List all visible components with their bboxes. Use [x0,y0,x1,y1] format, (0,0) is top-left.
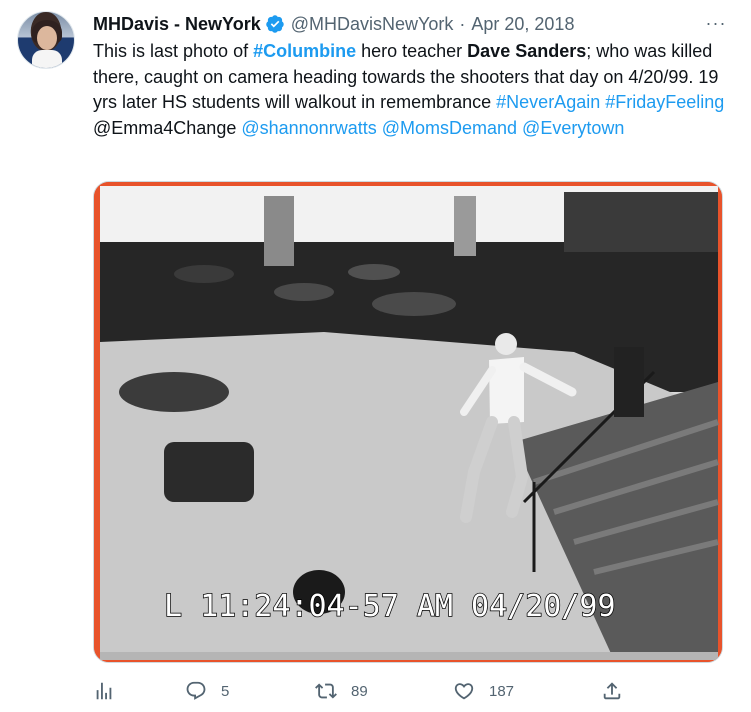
avatar-face [37,26,57,50]
bold-name: Dave Sanders [467,41,587,61]
tweet-text-part: hero teacher [356,41,468,61]
tweet-photo[interactable]: L 11:24:04-57 AM 04/20/99 [93,181,723,663]
timestamp-overlay: L 11:24:04-57 AM 04/20/99 [164,589,616,624]
reply-icon [186,681,206,700]
verified-badge-icon [265,15,284,33]
tweet[interactable]: MHDavis - NewYork @MHDavisNewYork · Apr … [0,0,751,712]
hashtag-columbine[interactable]: #Columbine [253,41,356,61]
tweet-text: This is last photo of #Columbine hero te… [93,39,733,141]
retweet-icon [315,683,337,699]
header-separator: · [459,13,466,34]
like-button[interactable]: 187 [453,676,514,706]
share-button[interactable] [601,676,623,706]
cctv-photo: L 11:24:04-57 AM 04/20/99 [94,182,722,662]
like-count: 187 [489,682,515,700]
hashtag-fridayfeeling[interactable]: #FridayFeeling [605,92,724,112]
tweet-date[interactable]: Apr 20, 2018 [471,14,574,35]
avatar-shirt [32,50,62,68]
analytics-icon [96,682,112,700]
retweet-count: 89 [351,682,368,700]
reply-button[interactable]: 5 [185,676,229,706]
avatar[interactable] [17,11,75,69]
author-name[interactable]: MHDavis - NewYork [93,14,261,35]
mention-momsdemand[interactable]: @MomsDemand [382,118,517,138]
hashtag-neveragain[interactable]: #NeverAgain [496,92,600,112]
mention-shannonrwatts[interactable]: @shannonrwatts [241,118,376,138]
tweet-text-part: This is last photo of [93,41,254,61]
tweet-actions: 5 89 187 [93,676,723,706]
plain-mention-emma4change: @Emma4Change [93,117,237,138]
retweet-button[interactable]: 89 [315,676,368,706]
author-handle[interactable]: @MHDavisNewYork [291,14,454,35]
reply-count: 5 [221,682,230,700]
analytics-button[interactable] [93,676,115,706]
like-icon [454,683,474,700]
tweet-header: MHDavis - NewYork @MHDavisNewYork · Apr … [93,13,574,35]
mention-everytown[interactable]: @Everytown [522,118,624,138]
more-icon[interactable]: ··· [703,10,729,36]
share-icon [603,682,621,700]
